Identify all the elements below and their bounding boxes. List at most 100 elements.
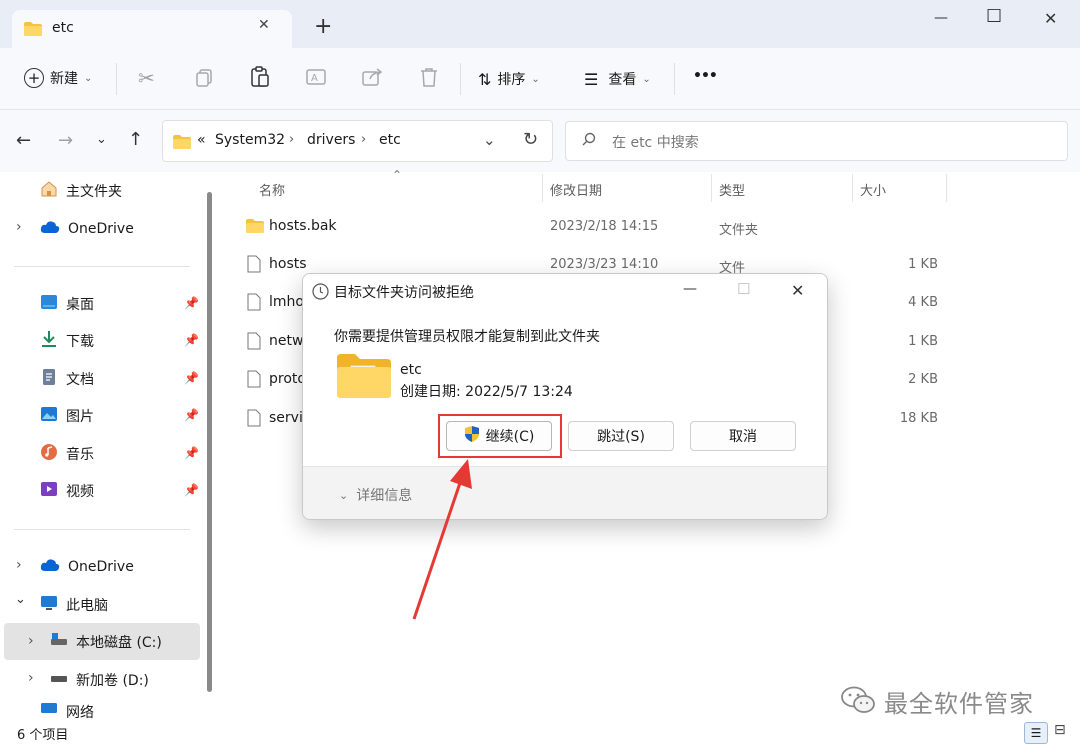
dialog-close-button[interactable]: ✕ — [791, 281, 804, 300]
pin-icon[interactable]: 📌 — [184, 296, 199, 310]
skip-button[interactable]: 跳过(S) — [568, 421, 674, 451]
cancel-button[interactable]: 取消 — [690, 421, 796, 451]
more-options-icon[interactable]: ••• — [693, 68, 718, 84]
share-icon[interactable] — [362, 67, 384, 91]
file-name: servi — [269, 410, 303, 426]
close-button[interactable]: ✕ — [1044, 9, 1057, 28]
copy-icon[interactable] — [194, 68, 214, 92]
divider — [116, 63, 117, 95]
cut-icon[interactable]: ✂ — [138, 66, 155, 90]
view-label: 查看 — [608, 72, 637, 88]
breadcrumb-overflow[interactable]: « — [197, 132, 206, 148]
plus-circle-icon: + — [24, 68, 44, 88]
delete-icon[interactable] — [420, 67, 438, 91]
address-bar[interactable]: « System32 › drivers › etc ⌄ ↻ — [162, 120, 553, 162]
music-icon — [40, 443, 58, 465]
sidebar-item-documents[interactable]: 文档 — [40, 365, 94, 393]
sidebar-item-onedrive[interactable]: OneDrive — [40, 553, 134, 581]
computer-icon — [40, 595, 58, 615]
continue-button[interactable]: 继续(C) — [446, 421, 552, 451]
sidebar-item-pictures[interactable]: 图片 — [40, 402, 94, 430]
file-size: 1 KB — [908, 257, 938, 272]
column-header-type[interactable]: 类型 — [719, 180, 745, 199]
sidebar-item-label: 主文件夹 — [66, 184, 122, 200]
tab-title: etc — [52, 20, 74, 36]
pin-icon[interactable]: 📌 — [184, 483, 199, 497]
breadcrumb-drivers[interactable]: drivers — [307, 132, 355, 148]
sidebar-item-label: 新加卷 (D:) — [76, 673, 149, 689]
divider — [674, 63, 675, 95]
sidebar-item-this-pc[interactable]: 此电脑 — [40, 591, 108, 619]
chevron-right-icon[interactable]: › — [16, 557, 22, 573]
up-arrow-icon[interactable]: ↑ — [128, 129, 143, 150]
sidebar-item-home[interactable]: 主文件夹 — [40, 177, 122, 205]
home-icon — [40, 180, 58, 202]
refresh-icon[interactable]: ↻ — [523, 129, 538, 150]
recent-locations-icon[interactable]: ⌄ — [96, 132, 107, 147]
file-size: 1 KB — [908, 334, 938, 349]
sidebar-item-music[interactable]: 音乐 — [40, 440, 94, 468]
pin-icon[interactable]: 📌 — [184, 371, 199, 385]
annotation-arrow — [412, 459, 472, 620]
column-divider — [711, 174, 712, 202]
sidebar-item-videos[interactable]: 视频 — [40, 477, 94, 505]
chevron-right-icon[interactable]: › — [16, 219, 22, 235]
sort-icon: ⇅ — [478, 69, 492, 89]
address-row: ← → ⌄ ↑ « System32 › drivers › etc ⌄ ↻ 在… — [0, 110, 1080, 172]
column-divider — [542, 174, 543, 202]
tab-close-icon[interactable]: ✕ — [258, 17, 270, 33]
file-name: hosts.bak — [269, 218, 337, 234]
chevron-down-icon[interactable]: ⌄ — [15, 592, 26, 607]
column-header-modified[interactable]: 修改日期 — [550, 180, 602, 199]
back-arrow-icon[interactable]: ← — [16, 130, 31, 151]
new-tab-button[interactable]: + — [314, 14, 332, 39]
status-bar: 6 个项目 ☰ ⊟ — [0, 720, 1080, 748]
sidebar-item-desktop[interactable]: 桌面 — [40, 290, 94, 318]
tiles-view-button[interactable]: ⊟ — [1054, 722, 1066, 738]
sidebar-item-network[interactable]: 网络 — [40, 703, 94, 720]
sidebar-item-onedrive-top[interactable]: OneDrive — [40, 215, 134, 243]
chevron-right-icon[interactable]: › — [28, 633, 34, 649]
file-size: 2 KB — [908, 372, 938, 387]
table-row[interactable]: hosts.bak 2023/2/18 14:15 文件夹 — [220, 208, 960, 246]
address-history-icon[interactable]: ⌄ — [483, 131, 496, 149]
column-header-name[interactable]: 名称 — [259, 180, 285, 199]
pin-icon[interactable]: 📌 — [184, 333, 199, 347]
skip-label: 跳过(S) — [597, 429, 645, 445]
breadcrumb-etc[interactable]: etc — [379, 132, 401, 148]
rename-icon[interactable]: A — [306, 67, 328, 91]
view-button[interactable]: ☰ 查看 ⌄ — [584, 69, 651, 89]
paste-icon[interactable] — [250, 66, 270, 92]
folder-icon — [24, 22, 42, 36]
pin-icon[interactable]: 📌 — [184, 446, 199, 460]
pin-icon[interactable]: 📌 — [184, 408, 199, 422]
sidebar-item-label: 此电脑 — [66, 598, 108, 614]
folder-icon — [246, 219, 264, 237]
chevron-down-icon: ⌄ — [531, 73, 540, 85]
search-box[interactable]: 在 etc 中搜索 — [565, 121, 1068, 161]
sidebar-item-label: 图片 — [66, 409, 94, 425]
breadcrumb-system32[interactable]: System32 — [215, 132, 285, 148]
file-icon — [247, 409, 261, 431]
new-button[interactable]: + 新建 ⌄ — [24, 68, 92, 88]
forward-arrow-icon[interactable]: → — [58, 130, 73, 151]
tab-etc[interactable]: etc ✕ — [12, 10, 292, 48]
column-header-size[interactable]: 大小 — [860, 180, 886, 199]
cloud-icon — [40, 220, 60, 238]
file-name: netw — [269, 333, 304, 349]
minimize-button[interactable]: — — [934, 10, 948, 26]
sidebar-item-drive-d[interactable]: 新加卷 (D:) — [50, 666, 149, 694]
sidebar-item-drive-c[interactable]: 本地磁盘 (C:) — [50, 628, 162, 656]
sidebar-item-label: 网络 — [66, 704, 94, 721]
folder-created: 创建日期: 2022/5/7 13:24 — [400, 384, 573, 400]
file-modified: 2023/2/18 14:15 — [550, 219, 659, 234]
maximize-button[interactable]: ☐ — [986, 6, 1002, 27]
watermark-text: 最全软件管家 — [884, 690, 1034, 718]
sidebar-item-downloads[interactable]: 下载 — [40, 327, 94, 355]
dialog-minimize-button[interactable]: — — [683, 281, 697, 297]
sidebar-scrollbar[interactable] — [207, 192, 212, 692]
chevron-right-icon[interactable]: › — [28, 670, 34, 686]
details-view-button[interactable]: ☰ — [1024, 722, 1048, 744]
dialog-footer: ⌄ 详细信息 — [303, 466, 827, 519]
sort-button[interactable]: ⇅ 排序 ⌄ — [478, 69, 540, 89]
